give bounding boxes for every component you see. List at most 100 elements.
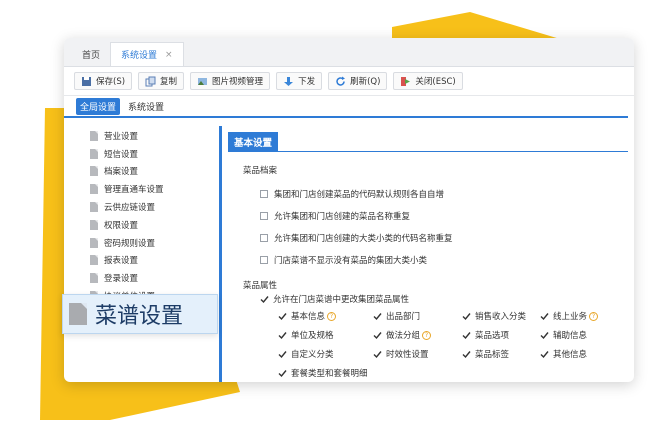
section-label-attrs: 菜品属性	[243, 281, 278, 291]
sidebar-item-label: 营业设置	[104, 131, 139, 142]
checkmark-icon[interactable]	[278, 331, 287, 340]
settings-subtabs: 全局设置 系统设置	[64, 96, 628, 118]
attr-label: 其他信息	[553, 350, 588, 360]
media-manage-button[interactable]: 图片视频管理	[190, 72, 271, 90]
option-label: 门店菜谱不显示没有菜品的集团大类小类	[274, 256, 428, 266]
document-icon	[90, 219, 98, 230]
checkmark-icon[interactable]	[462, 331, 471, 340]
recipe-settings-label: 菜谱设置	[95, 304, 184, 329]
sidebar-item-business[interactable]: 营业设置	[76, 127, 222, 145]
save-button[interactable]: 保存(S)	[74, 72, 133, 90]
sidebar-item-label: 报表设置	[104, 256, 139, 267]
attr-label: 时效性设置	[386, 350, 429, 360]
close-button[interactable]: 关闭(ESC)	[393, 72, 463, 90]
attr-dish-options[interactable]: 菜品选项	[462, 329, 509, 341]
document-icon	[90, 255, 98, 266]
tab-system-settings[interactable]: 系统设置 ×	[110, 42, 184, 66]
sidebar-item-label: 权限设置	[104, 220, 139, 231]
checkmark-icon[interactable]	[373, 312, 382, 321]
section-label-archive: 菜品档案	[243, 166, 278, 176]
attr-online-business[interactable]: 线上业务?	[540, 310, 599, 322]
download-button-label: 下发	[298, 77, 316, 87]
attr-custom-category[interactable]: 自定义分类	[278, 348, 334, 360]
help-icon[interactable]: ?	[327, 311, 337, 321]
checkmark-icon[interactable]	[278, 350, 287, 359]
checkbox[interactable]	[260, 190, 268, 198]
option-category-duplicate[interactable]: 允许集团和门店创建的大类小类的代码名称重复	[260, 232, 453, 244]
option-allow-edit-attrs[interactable]: 允许在门店菜谱中更改集团菜品属性	[260, 293, 409, 305]
tab-system-settings-label: 系统设置	[121, 51, 158, 61]
option-label: 允许在门店菜谱中更改集团菜品属性	[273, 295, 410, 305]
document-icon	[90, 273, 98, 284]
sidebar-item-label: 档案设置	[104, 167, 139, 178]
tab-home-label: 首页	[82, 50, 101, 61]
checkmark-icon[interactable]	[462, 312, 471, 321]
checkmark-icon[interactable]	[373, 350, 382, 359]
subtab-global-settings[interactable]: 全局设置	[76, 97, 121, 115]
sidebar-item-label: 密码规则设置	[104, 238, 156, 249]
option-code-autoincrement[interactable]: 集团和门店创建菜品的代码默认规则各自自增	[260, 188, 444, 200]
sidebar-item-password-rules[interactable]: 密码规则设置	[76, 234, 222, 252]
help-icon[interactable]: ?	[589, 311, 599, 321]
copy-button[interactable]: 复制	[138, 72, 185, 90]
save-button-label: 保存(S)	[96, 77, 126, 87]
attr-label: 线上业务	[553, 312, 588, 322]
attr-label: 自定义分类	[291, 350, 334, 360]
settings-sidebar: 营业设置 短信设置 档案设置 管理直通车设置 云供应链设置 权限设置 密码规则设…	[76, 127, 222, 387]
checkmark-icon[interactable]	[462, 350, 471, 359]
checkmark-icon[interactable]	[540, 331, 549, 340]
close-button-label: 关闭(ESC)	[415, 77, 456, 87]
attr-basic-info[interactable]: 基本信息?	[278, 310, 337, 322]
option-name-duplicate[interactable]: 允许集团和门店创建的菜品名称重复	[260, 210, 410, 222]
sidebar-item-label: 管理直通车设置	[104, 185, 164, 196]
document-icon	[90, 148, 98, 159]
attr-other-info[interactable]: 其他信息	[540, 348, 587, 360]
attr-unit-spec[interactable]: 单位及规格	[278, 329, 334, 341]
checkmark-icon[interactable]	[373, 331, 382, 340]
download-button[interactable]: 下发	[276, 72, 323, 90]
checkmark-icon[interactable]	[260, 295, 269, 304]
sidebar-item-reports[interactable]: 报表设置	[76, 252, 222, 270]
document-icon	[90, 237, 98, 248]
sidebar-item-login[interactable]: 登录设置	[76, 269, 222, 287]
attr-label: 辅助信息	[553, 331, 588, 341]
sidebar-item-permissions[interactable]: 权限设置	[76, 216, 222, 234]
checkmark-icon[interactable]	[278, 312, 287, 321]
refresh-button[interactable]: 刷新(Q)	[328, 72, 388, 90]
sidebar-item-sms[interactable]: 短信设置	[76, 145, 222, 163]
checkbox[interactable]	[260, 212, 268, 220]
checkbox[interactable]	[260, 256, 268, 264]
attr-dish-tags[interactable]: 菜品标签	[462, 348, 509, 360]
attr-label: 基本信息	[291, 312, 326, 322]
tab-home[interactable]: 首页	[72, 42, 110, 66]
attr-timeliness[interactable]: 时效性设置	[373, 348, 429, 360]
refresh-icon	[336, 76, 346, 86]
checkbox[interactable]	[260, 234, 268, 242]
save-icon	[82, 76, 91, 86]
panel-header: 基本设置	[228, 132, 628, 152]
close-icon[interactable]: ×	[165, 50, 173, 60]
sidebar-item-supply-chain[interactable]: 云供应链设置	[76, 198, 222, 216]
checkmark-icon[interactable]	[540, 312, 549, 321]
attr-sales-category[interactable]: 销售收入分类	[462, 310, 526, 322]
attr-label: 销售收入分类	[475, 312, 527, 322]
attr-label: 出品部门	[386, 312, 421, 322]
attr-combo-type[interactable]: 套餐类型和套餐明细	[278, 367, 368, 379]
checkmark-icon[interactable]	[278, 369, 287, 378]
subtab-system-settings[interactable]: 系统设置	[124, 98, 168, 115]
checkmark-icon[interactable]	[540, 350, 549, 359]
sidebar-item-label: 云供应链设置	[104, 203, 156, 214]
sidebar-item-archive[interactable]: 档案设置	[76, 163, 222, 181]
sidebar-item-label: 登录设置	[104, 274, 139, 285]
option-label: 允许集团和门店创建的菜品名称重复	[274, 212, 411, 222]
attr-aux-info[interactable]: 辅助信息	[540, 329, 587, 341]
option-hide-empty-category[interactable]: 门店菜谱不显示没有菜品的集团大类小类	[260, 254, 427, 266]
attr-label: 单位及规格	[291, 331, 334, 341]
toolbar: 保存(S) 复制 图片视频管理 下发 刷新(Q) 关闭(ESC)	[64, 67, 634, 96]
help-icon[interactable]: ?	[422, 330, 432, 340]
attr-method-group[interactable]: 做法分组?	[373, 329, 432, 341]
recipe-settings-callout[interactable]: 菜谱设置	[62, 294, 218, 334]
attr-output-dept[interactable]: 出品部门	[373, 310, 420, 322]
sidebar-item-management[interactable]: 管理直通车设置	[76, 180, 222, 198]
attr-label: 套餐类型和套餐明细	[291, 369, 368, 379]
